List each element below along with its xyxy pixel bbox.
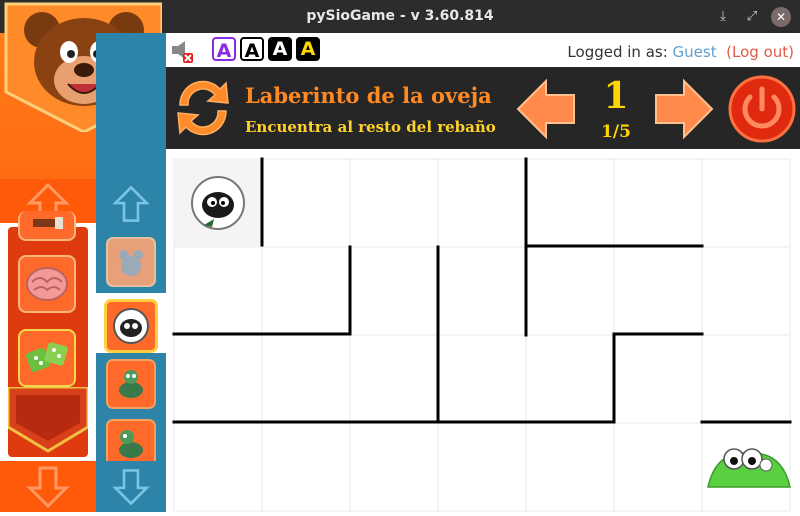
restart-icon[interactable]: [170, 75, 236, 141]
close-button[interactable]: ✕: [771, 7, 791, 27]
sound-muted-icon[interactable]: [170, 39, 194, 63]
maximize-button[interactable]: ⤢: [742, 7, 762, 27]
next-level-button[interactable]: [652, 77, 716, 141]
game-subtitle: Encuentra al resto del rebaño: [245, 118, 496, 136]
login-status: Logged in as: Guest (Log out): [567, 43, 794, 61]
login-prefix: Logged in as:: [567, 43, 668, 61]
logout-link[interactable]: (Log out): [726, 43, 794, 61]
game-title: Laberinto de la oveja: [245, 83, 492, 108]
level-count: 1/5: [601, 122, 631, 142]
game-list: [96, 223, 166, 469]
font-style-1-button[interactable]: A: [212, 37, 236, 62]
font-style-2-button[interactable]: A: [240, 37, 264, 62]
mouse-game-icon[interactable]: [106, 237, 156, 287]
sheep-player-icon: [191, 176, 245, 230]
game-panel: [96, 33, 166, 512]
arrow-up-icon: [112, 185, 150, 222]
font-style-4-button[interactable]: A: [296, 37, 320, 61]
turtle-game-icon[interactable]: [106, 359, 156, 409]
maze-board[interactable]: [166, 149, 800, 512]
flock-goal-icon: [707, 448, 791, 488]
minimize-button[interactable]: ⤓: [713, 7, 733, 27]
maze-grid: [172, 157, 792, 512]
category-list: [0, 211, 96, 461]
game-header: Laberinto de la oveja Encuentra al resto…: [166, 67, 800, 149]
power-exit-icon[interactable]: [728, 75, 796, 143]
arrow-down-icon: [26, 466, 70, 508]
category-scroll-down-button[interactable]: [0, 461, 96, 512]
dice-category-icon[interactable]: [18, 329, 76, 387]
previous-level-button[interactable]: [514, 77, 578, 141]
arrow-down-icon: [112, 468, 150, 505]
font-style-3-button[interactable]: A: [268, 37, 292, 61]
user-link[interactable]: Guest: [673, 43, 717, 61]
sheep-game-icon[interactable]: [104, 299, 158, 353]
game-scroll-down-button[interactable]: [96, 461, 166, 512]
brain-category-icon[interactable]: [18, 255, 76, 313]
paint-category-icon[interactable]: [18, 211, 76, 241]
game-scroll-up-button[interactable]: [96, 179, 166, 229]
top-toolbar: A A A A Logged in as: Guest (Log out): [166, 33, 800, 67]
level-number: 1: [603, 75, 629, 117]
ribbon-decoration: [8, 387, 88, 453]
